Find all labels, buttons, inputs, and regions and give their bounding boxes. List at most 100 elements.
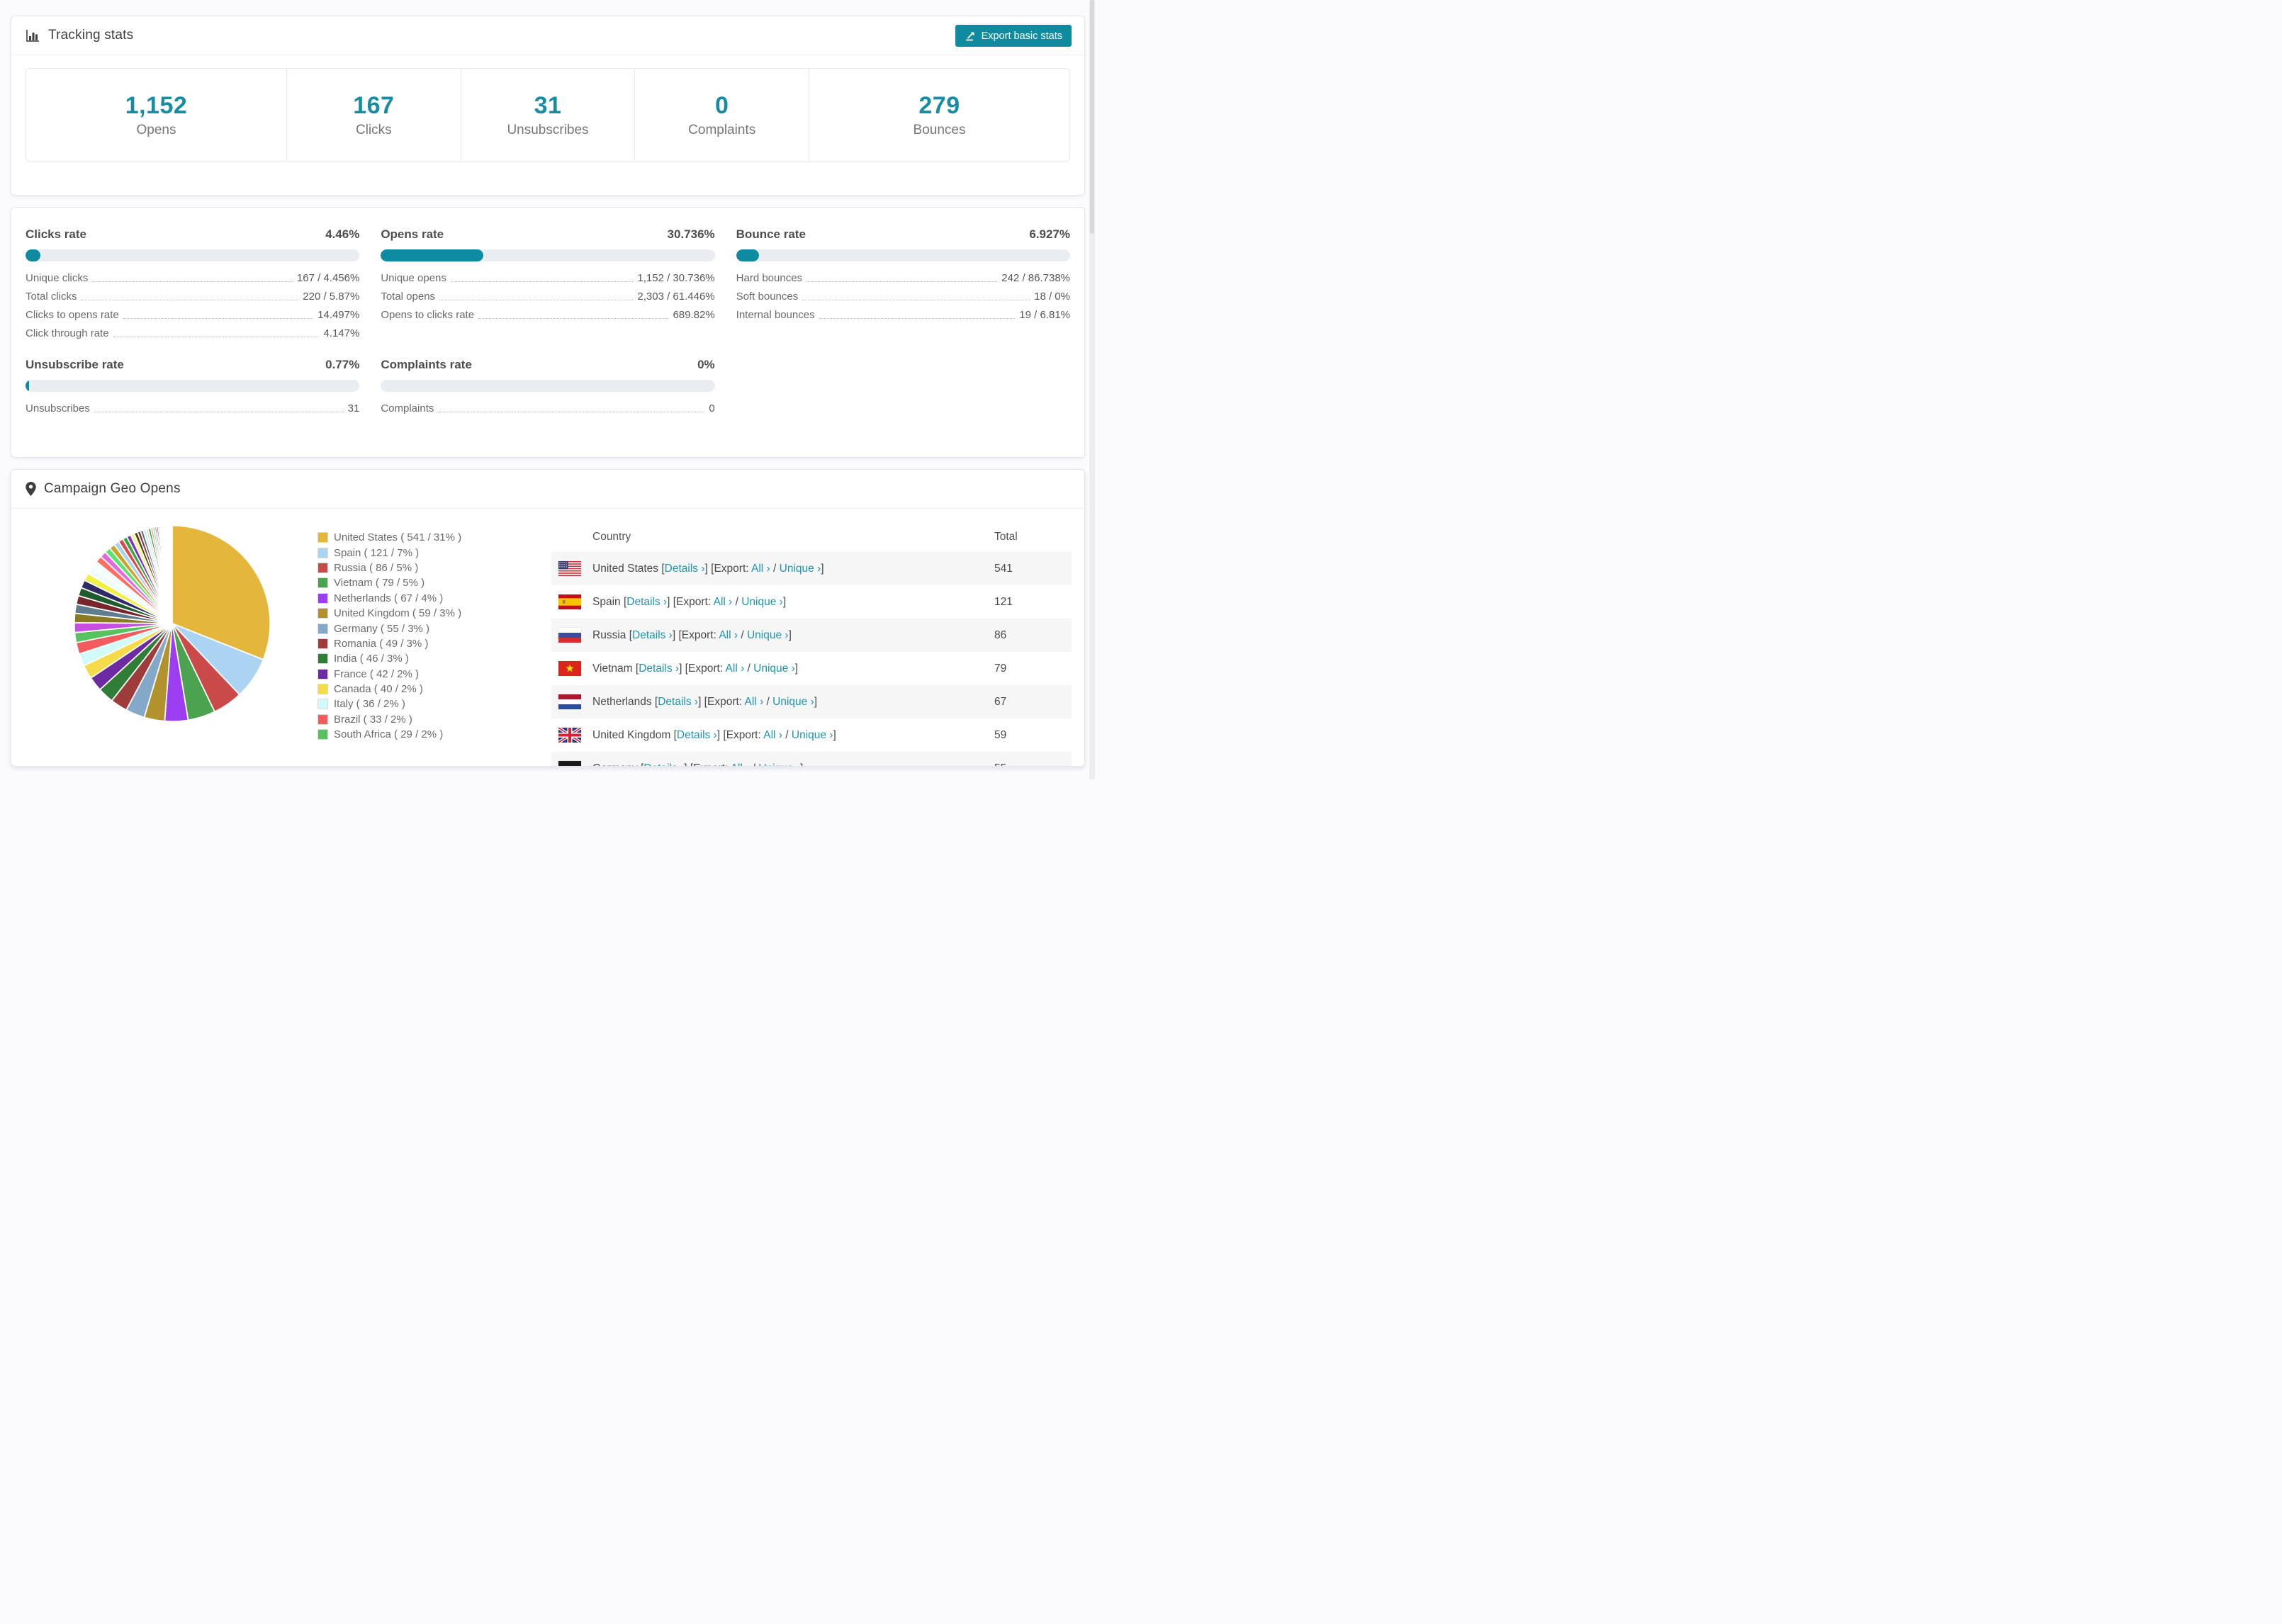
table-row-russia: Russia [Details ›] [Export: All › / Uniq… [551,619,1072,652]
rate-block-clicks-rate: Clicks rate 4.46% Unique clicks 167 / 4.456… [26,227,360,339]
export-all-link[interactable]: All › [745,696,764,708]
rate-detail-label: Total opens [381,291,436,303]
rate-detail-row-unique-clicks: Unique clicks 167 / 4.456% [26,272,359,284]
details-link[interactable]: Details › [665,563,705,575]
legend-swatch-south-africa [318,730,327,740]
geo-table-body: United States [Details ›] [Export: All ›… [551,552,1072,767]
scrollbar-thumb[interactable] [1090,0,1094,234]
export-icon [965,30,976,42]
country-cell: Vietnam [Details ›] [Export: All › / Uni… [592,662,798,675]
country-cell: Spain [Details ›] [Export: All › / Uniqu… [592,596,786,609]
rate-block-complaints-rate: Complaints rate 0% Complaints 0 [381,358,715,415]
legend-item-canada: Canada ( 40 / 2% ) [318,682,461,697]
export-unique-link[interactable]: Unique › [772,696,814,708]
stat-label-complaints: Complaints [688,122,756,137]
export-unique-link[interactable]: Unique › [758,762,800,767]
rate-detail-value: 14.497% [317,309,360,321]
details-link[interactable]: Details › [626,596,667,608]
rate-detail-label: Total clicks [26,291,77,303]
rate-detail-row-hard-bounces: Hard bounces 242 / 86.738% [736,272,1070,284]
stat-label-unsubscribes: Unsubscribes [507,122,589,137]
country-total: 541 [994,562,1013,575]
country-name: Netherlands [592,695,655,708]
country-name: Spain [592,595,624,608]
legend-item-south-africa: South Africa ( 29 / 2% ) [318,727,461,742]
geo-legend: United States ( 541 / 31% ) Spain ( 121 /… [318,530,461,742]
rate-detail-row-total-opens: Total opens 2,303 / 61.446% [381,291,714,303]
legend-item-netherlands: Netherlands ( 67 / 4% ) [318,591,461,606]
country-name: Germany [592,762,641,767]
country-total: 121 [994,595,1013,608]
rate-value-label: 6.927% [1029,227,1070,241]
geo-opens-pie-chart[interactable] [69,520,276,727]
dotted-leader [450,281,634,282]
export-all-link[interactable]: All › [719,629,738,641]
page-scrollbar[interactable] [1089,0,1095,779]
stat-value-clicks: 167 [353,91,395,119]
dotted-leader [478,318,669,319]
table-row-spain: Spain [Details ›] [Export: All › / Uniqu… [551,585,1072,619]
rate-head-unsubscribe-rate: Unsubscribe rate 0.77% [26,358,359,372]
rate-progress-fill [381,249,484,261]
export-all-link[interactable]: All › [763,729,782,741]
legend-label: South Africa ( 29 / 2% ) [334,728,444,741]
details-link[interactable]: Details › [677,729,717,741]
export-unique-link[interactable]: Unique › [753,662,795,675]
details-link[interactable]: Details › [643,762,684,767]
export-all-link[interactable]: All › [731,762,750,767]
rate-block-bounce-rate: Bounce rate 6.927% Hard bounces 242 / 86.73… [736,227,1070,339]
stat-label-bounces: Bounces [913,122,966,137]
legend-swatch-brazil [318,714,327,724]
export-all-link[interactable]: All › [751,563,770,575]
legend-swatch-italy [318,699,327,709]
stat-complaints: 0 Complaints [634,69,809,161]
map-pin-icon [26,482,36,496]
legend-label: Brazil ( 33 / 2% ) [334,713,412,726]
legend-item-italy: Italy ( 36 / 2% ) [318,697,461,711]
legend-swatch-germany [318,624,327,633]
stat-value-unsubscribes: 31 [534,91,562,119]
rate-head-complaints-rate: Complaints rate 0% [381,358,714,372]
rate-detail-label: Clicks to opens rate [26,309,119,321]
rate-name-label: Opens rate [381,227,444,241]
legend-swatch-india [318,654,327,664]
rate-detail-value: 18 / 0% [1034,291,1070,303]
export-all-link[interactable]: All › [726,662,745,675]
rate-value-label: 4.46% [325,227,360,241]
flag-nl-icon [558,694,581,709]
legend-label: United States ( 541 / 31% ) [334,531,462,544]
legend-label: Italy ( 36 / 2% ) [334,698,405,711]
export-all-link[interactable]: All › [714,596,733,608]
legend-item-brazil: Brazil ( 33 / 2% ) [318,712,461,727]
export-unique-link[interactable]: Unique › [747,629,789,641]
legend-item-united-kingdom: United Kingdom ( 59 / 3% ) [318,606,461,621]
rate-head-bounce-rate: Bounce rate 6.927% [736,227,1070,242]
export-label: Export: [693,762,731,767]
country-name: United States [592,562,662,575]
stat-label-clicks: Clicks [356,122,392,137]
rate-head-opens-rate: Opens rate 30.736% [381,227,714,242]
country-total: 59 [994,728,1007,741]
slash: / [744,662,754,675]
legend-swatch-canada [318,684,327,694]
export-basic-stats-button[interactable]: Export basic stats [955,25,1072,47]
details-link[interactable]: Details › [639,662,679,675]
legend-item-vietnam: Vietnam ( 79 / 5% ) [318,575,461,590]
flag-de-icon [558,761,581,766]
bracket: ] [800,762,803,767]
rate-detail-value: 220 / 5.87% [303,291,360,303]
slash: / [770,562,780,575]
legend-label: Vietnam ( 79 / 5% ) [334,577,425,590]
rate-detail-row-click-through-rate: Click through rate 4.147% [26,327,359,339]
export-unique-link[interactable]: Unique › [792,729,833,741]
bracket: ] [814,695,818,708]
export-unique-link[interactable]: Unique › [780,563,821,575]
rate-detail-value: 4.147% [323,327,360,339]
details-link[interactable]: Details › [658,696,698,708]
export-unique-link[interactable]: Unique › [741,596,783,608]
rate-detail-value: 0 [709,402,715,415]
details-link[interactable]: Details › [632,629,673,641]
legend-label: France ( 42 / 2% ) [334,667,420,680]
rate-detail-label: Click through rate [26,327,109,339]
flag-ru-icon [558,628,581,643]
